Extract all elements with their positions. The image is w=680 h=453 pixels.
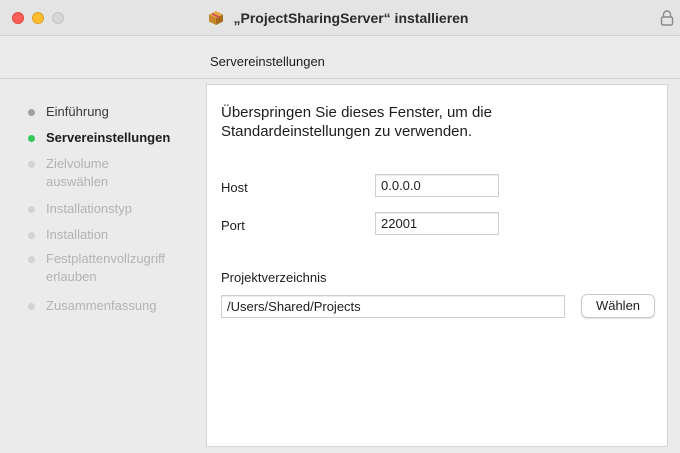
host-field[interactable]: 0.0.0.0 (375, 174, 499, 197)
window-title-area: „ProjectSharingServer“ installieren (0, 0, 680, 36)
port-field[interactable]: 22001 (375, 212, 499, 235)
step-label: Installation (46, 227, 109, 242)
step-item-full-disk-access: Festplattenvollzugriff erlauben (28, 250, 196, 286)
host-label: Host (221, 180, 248, 195)
step-dot-icon (28, 135, 35, 142)
step-dot-icon (28, 161, 35, 168)
lock-icon (660, 10, 674, 26)
step-label: Installationstyp (46, 201, 132, 216)
intro-text: Überspringen Sie dieses Fenster, um die … (221, 104, 492, 140)
step-label: Einführung (46, 104, 109, 119)
header-divider (0, 78, 680, 79)
step-heading: Servereinstellungen (210, 54, 325, 69)
step-label: Zusammenfassung (46, 298, 157, 313)
window-title: „ProjectSharingServer“ installieren (233, 10, 469, 26)
title-bar: „ProjectSharingServer“ installieren (0, 0, 680, 36)
port-label: Port (221, 218, 245, 233)
step-item-install-type: Installationstyp (28, 200, 196, 218)
step-item-summary: Zusammenfassung (28, 297, 196, 315)
step-dot-icon (28, 256, 35, 263)
step-dot-icon (28, 206, 35, 213)
content-panel: Überspringen Sie dieses Fenster, um die … (206, 84, 668, 447)
step-label: Festplattenvollzugriff erlauben (46, 251, 165, 284)
package-icon (208, 11, 223, 25)
step-label: Servereinstellungen (46, 130, 171, 145)
project-dir-label: Projektverzeichnis (221, 270, 327, 285)
choose-button[interactable]: Wählen (581, 294, 655, 318)
installer-window: „ProjectSharingServer“ installieren Serv… (0, 0, 680, 453)
step-dot-icon (28, 109, 35, 116)
project-dir-field[interactable]: /Users/Shared/Projects (221, 295, 565, 318)
step-dot-icon (28, 232, 35, 239)
step-item-installation: Installation (28, 226, 196, 244)
step-item-target-volume: Zielvolume auswählen (28, 155, 151, 191)
step-label: Zielvolume auswählen (46, 156, 109, 189)
step-item-server-settings: Servereinstellungen (28, 129, 196, 147)
step-item-introduction: Einführung (28, 103, 196, 121)
step-dot-icon (28, 303, 35, 310)
